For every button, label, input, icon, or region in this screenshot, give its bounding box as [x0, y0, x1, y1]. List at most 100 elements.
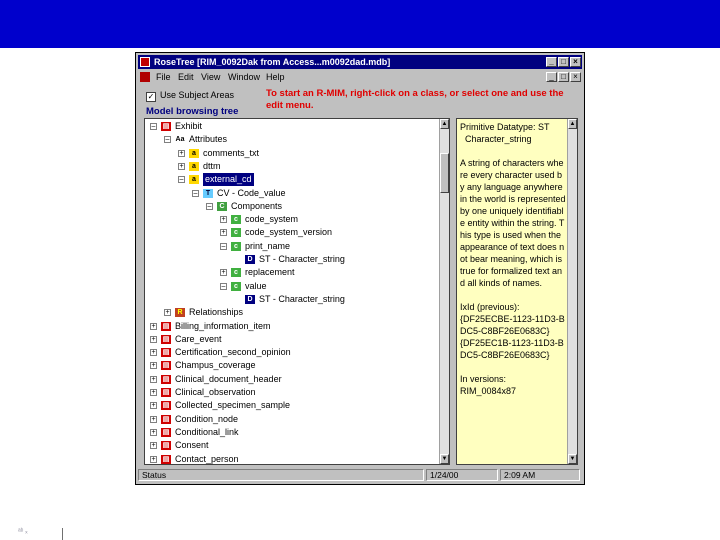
- tree-node-label[interactable]: Champus_coverage: [175, 359, 256, 372]
- tree-node[interactable]: – Aa Attributes: [145, 133, 435, 146]
- model-browsing-tree[interactable]: + ▤ Contact_person + ▤ Consent + ▤ Conditional_l…: [144, 118, 450, 465]
- tree-node-label[interactable]: Exhibit: [175, 120, 202, 133]
- expand-toggle[interactable]: +: [150, 442, 157, 450]
- minimize-button[interactable]: _: [546, 57, 557, 67]
- tree-node-label[interactable]: Clinical_observation: [175, 386, 256, 399]
- tree-node[interactable]: + ▤ Conditional_link: [145, 426, 435, 439]
- desc-scroll-up-arrow[interactable]: ▲: [568, 119, 577, 129]
- tree-node[interactable]: – c print_name: [145, 240, 435, 253]
- expand-toggle[interactable]: +: [220, 269, 227, 277]
- tree-node-label[interactable]: print_name: [245, 240, 290, 253]
- tree-node[interactable]: – C Components: [145, 200, 435, 213]
- tree-node[interactable]: + R Relationships: [145, 306, 435, 319]
- tree-node-label[interactable]: Relationships: [189, 306, 243, 319]
- doc-minimize-button[interactable]: _: [546, 72, 557, 82]
- tree-node-label[interactable]: CV - Code_value: [217, 187, 286, 200]
- doc-restore-button[interactable]: □: [558, 72, 569, 82]
- desc-scroll-down-arrow[interactable]: ▼: [568, 454, 577, 464]
- tree-node-label[interactable]: Care_event: [175, 333, 222, 346]
- tree-node[interactable]: – c value: [145, 280, 435, 293]
- subject-areas-toggle[interactable]: ✓ Use Subject Areas: [146, 90, 234, 102]
- tree-node-label[interactable]: code_system: [245, 213, 298, 226]
- tree-node[interactable]: – ▤ Exhibit: [145, 120, 435, 133]
- collapse-toggle[interactable]: –: [220, 242, 227, 250]
- tree-node-label[interactable]: external_cd: [203, 173, 254, 187]
- scroll-up-arrow[interactable]: ▲: [440, 119, 449, 129]
- tree-node[interactable]: + ▤ Condition_node: [145, 413, 435, 426]
- menu-view[interactable]: View: [201, 70, 220, 84]
- attribute-icon: a: [189, 175, 199, 185]
- tree-node[interactable]: + ▤ Champus_coverage: [145, 359, 435, 372]
- tree-node[interactable]: + ▤ Billing_information_item: [145, 320, 435, 333]
- tree-node-label[interactable]: Clinical_document_header: [175, 373, 282, 386]
- tree-node[interactable]: + c code_system_version: [145, 226, 435, 239]
- expand-toggle[interactable]: +: [150, 402, 157, 410]
- tree-node-label[interactable]: Consent: [175, 439, 209, 452]
- expand-toggle[interactable]: +: [150, 349, 157, 357]
- tree-node-label[interactable]: ST - Character_string: [259, 293, 345, 306]
- tree-node-label[interactable]: code_system_version: [245, 226, 332, 239]
- tree-node-label[interactable]: value: [245, 280, 267, 293]
- expand-toggle[interactable]: +: [150, 455, 157, 463]
- tree-node-label[interactable]: Collected_specimen_sample: [175, 399, 290, 412]
- tree-node[interactable]: + ▤ Care_event: [145, 333, 435, 346]
- collapse-toggle[interactable]: –: [178, 176, 185, 184]
- tree-node-label[interactable]: Condition_node: [175, 413, 238, 426]
- expand-toggle[interactable]: +: [178, 162, 185, 170]
- collapse-toggle[interactable]: –: [150, 123, 157, 130]
- menu-help[interactable]: Help: [266, 70, 285, 84]
- tree-scrollbar[interactable]: ▲ ▼: [439, 119, 449, 464]
- tree-node[interactable]: – a external_cd: [145, 173, 435, 187]
- expand-toggle[interactable]: +: [150, 389, 157, 396]
- collapse-toggle[interactable]: –: [206, 202, 213, 210]
- close-button[interactable]: ×: [570, 57, 581, 67]
- document-icon[interactable]: [140, 72, 150, 82]
- tree-node-label[interactable]: dttm: [203, 160, 221, 173]
- scroll-down-arrow[interactable]: ▼: [440, 454, 449, 464]
- maximize-button[interactable]: □: [558, 57, 569, 67]
- doc-close-button[interactable]: ×: [570, 72, 581, 82]
- tree-node[interactable]: + c code_system: [145, 213, 435, 226]
- expand-toggle[interactable]: +: [178, 149, 185, 157]
- collapse-toggle[interactable]: –: [164, 136, 171, 144]
- tree-node-label[interactable]: Contact_person: [175, 453, 239, 465]
- tree-node[interactable]: D ST - Character_string: [145, 253, 435, 266]
- scroll-thumb[interactable]: [440, 153, 449, 193]
- expand-toggle[interactable]: +: [150, 335, 157, 343]
- menu-window[interactable]: Window: [228, 70, 260, 84]
- tree-node-label[interactable]: Certification_second_opinion: [175, 346, 291, 359]
- tree-node-label[interactable]: comments_txt: [203, 147, 259, 160]
- tree-node[interactable]: + ▤ Consent: [145, 439, 435, 452]
- collapse-toggle[interactable]: –: [220, 282, 227, 290]
- description-scrollbar[interactable]: ▲ ▼: [567, 119, 577, 464]
- expand-toggle[interactable]: +: [150, 415, 157, 423]
- tree-node[interactable]: + a comments_txt: [145, 147, 435, 160]
- tree-node-label[interactable]: Components: [231, 200, 282, 213]
- menu-edit[interactable]: Edit: [178, 70, 194, 84]
- tree-node-label[interactable]: Conditional_link: [175, 426, 239, 439]
- tree-node[interactable]: + a dttm: [145, 160, 435, 173]
- tree-node-label[interactable]: ST - Character_string: [259, 253, 345, 266]
- subject-areas-checkbox[interactable]: ✓: [146, 92, 156, 102]
- tree-node-label[interactable]: Attributes: [189, 133, 227, 146]
- menu-file[interactable]: File: [156, 70, 171, 84]
- tree-node[interactable]: + c replacement: [145, 266, 435, 279]
- tree-node[interactable]: + ▤ Clinical_observation: [145, 386, 435, 399]
- tree-node[interactable]: + ▤ Collected_specimen_sample: [145, 399, 435, 412]
- expand-toggle[interactable]: +: [150, 322, 157, 330]
- tree-node[interactable]: + ▤ Clinical_document_header: [145, 373, 435, 386]
- tree-node[interactable]: + ▤ Contact_person: [145, 453, 435, 465]
- collapse-toggle[interactable]: –: [192, 189, 199, 197]
- expand-toggle[interactable]: +: [220, 216, 227, 224]
- tree-node-label[interactable]: Billing_information_item: [175, 320, 271, 333]
- tree-node[interactable]: – T CV - Code_value: [145, 187, 435, 200]
- expand-toggle[interactable]: +: [164, 309, 171, 317]
- expand-toggle[interactable]: +: [150, 375, 157, 383]
- tree-node[interactable]: + ▤ Certification_second_opinion: [145, 346, 435, 359]
- tree-node-label[interactable]: replacement: [245, 266, 295, 279]
- tree-node[interactable]: D ST - Character_string: [145, 293, 435, 306]
- expand-toggle[interactable]: +: [150, 428, 157, 436]
- window-titlebar[interactable]: RoseTree [RIM_0092Dak from Access...m009…: [138, 55, 582, 69]
- expand-toggle[interactable]: +: [150, 362, 157, 370]
- expand-toggle[interactable]: +: [220, 229, 227, 237]
